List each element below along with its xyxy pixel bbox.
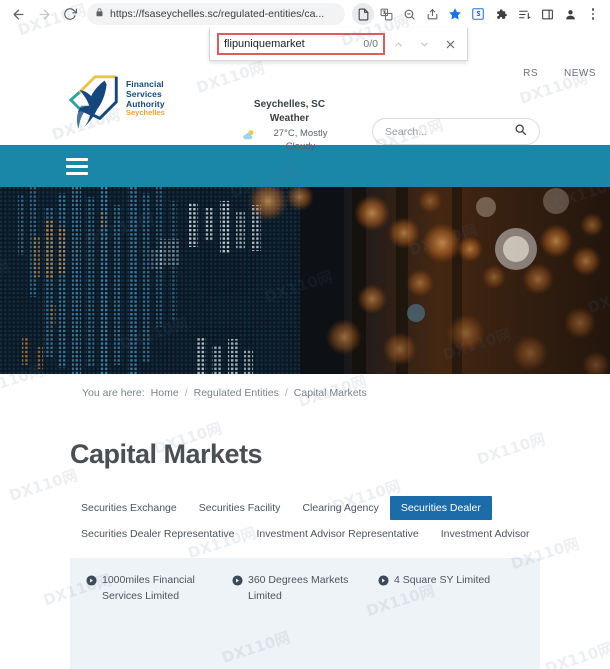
logo-wordmark: Financial Services Authority Seychelles: [126, 79, 165, 118]
reading-list-icon[interactable]: [513, 3, 535, 25]
sun-behind-cloud-icon: [242, 130, 253, 140]
page-title: Capital Markets: [70, 439, 263, 469]
tab-clearing-agency[interactable]: Clearing Agency: [291, 496, 389, 520]
fsa-bird-logo-icon: [68, 75, 118, 129]
circle-arrow-icon: [232, 573, 243, 591]
browser-tool-icons: [352, 3, 604, 25]
extensions-puzzle-icon[interactable]: [490, 3, 512, 25]
breadcrumb-item-regulated-entities[interactable]: Regulated Entities: [194, 387, 279, 399]
entity-category-tabs: Securities Exchange Securities Facility …: [70, 496, 550, 546]
topnav-item-news[interactable]: NEWS: [564, 68, 596, 79]
browser-toolbar: https://fsaseychelles.sc/regulated-entit…: [0, 0, 610, 28]
zoom-out-icon[interactable]: [398, 3, 420, 25]
reader-mode-icon[interactable]: [352, 3, 374, 25]
list-item[interactable]: 4 Square SY Limited: [378, 572, 514, 591]
entity-column-2-spacer: [232, 635, 368, 669]
circle-arrow-icon: [378, 573, 389, 591]
weather-title-line1: Seychelles, SC: [253, 99, 326, 110]
bookmark-star-icon[interactable]: [444, 3, 466, 25]
topnav-item-0[interactable]: RS: [523, 68, 538, 79]
find-match-count: 0/0: [363, 38, 378, 50]
tab-investment-advisor-representative[interactable]: Investment Advisor Representative: [246, 522, 430, 546]
search-placeholder: Search...: [385, 125, 428, 138]
browser-menu-icon[interactable]: [582, 3, 604, 25]
entity-column-3-spacer: [378, 621, 514, 669]
site-search-box[interactable]: Search...: [372, 118, 540, 145]
url-text: https://fsaseychelles.sc/regulated-entit…: [110, 8, 325, 20]
find-query-text: flipuniquemarket: [224, 38, 305, 50]
find-next-button[interactable]: [411, 31, 437, 57]
tab-securities-facility[interactable]: Securities Facility: [188, 496, 292, 520]
find-previous-button[interactable]: [385, 31, 411, 57]
weather-condition: 27°C, Mostly Cloudy: [273, 128, 328, 152]
tab-investment-advisor[interactable]: Investment Advisor: [430, 522, 541, 546]
breadcrumb-separator-1: /: [184, 386, 188, 399]
entity-list-panel: 1000miles Financial Services Limited 4T …: [70, 558, 540, 669]
reload-button[interactable]: [58, 2, 82, 26]
breadcrumb-lead: You are here:: [82, 386, 145, 399]
weather-widget: Seychelles, SC Weather 27°C, Mostly Clou…: [222, 98, 357, 154]
top-navigation: RS NEWS: [523, 68, 596, 79]
profile-avatar-icon[interactable]: [559, 3, 581, 25]
list-item-label: 1000miles Financial Services Limited: [102, 574, 195, 603]
breadcrumb-separator-2: /: [284, 386, 288, 399]
tab-securities-exchange[interactable]: Securities Exchange: [70, 496, 188, 520]
entity-column-1: 1000miles Financial Services Limited 4T …: [86, 572, 232, 669]
find-input[interactable]: flipuniquemarket 0/0: [217, 33, 385, 55]
share-icon[interactable]: [421, 3, 443, 25]
find-close-icon[interactable]: [437, 31, 463, 57]
extension-s-icon[interactable]: [467, 3, 489, 25]
hero-stock-ticker-image: [0, 187, 610, 374]
entity-column-3: 4 Square SY Limited Aerarium Limited: [378, 572, 524, 669]
list-item-label: 4 Square SY Limited: [393, 574, 491, 586]
address-bar[interactable]: https://fsaseychelles.sc/regulated-entit…: [87, 3, 345, 25]
find-bar: flipuniquemarket 0/0: [209, 28, 468, 61]
tab-securities-dealer[interactable]: Securities Dealer: [389, 496, 492, 520]
hamburger-menu-icon[interactable]: [66, 157, 88, 175]
list-item[interactable]: 1000miles Financial Services Limited: [86, 572, 222, 605]
weather-title-line2: Weather: [269, 112, 310, 124]
circle-arrow-icon: [86, 573, 97, 591]
entity-column-2: 360 Degrees Markets Limited AC Global Li…: [232, 572, 378, 669]
side-panel-icon[interactable]: [536, 3, 558, 25]
breadcrumb-item-home[interactable]: Home: [151, 387, 179, 399]
logo-subtitle: Seychelles: [126, 108, 165, 118]
hero-banner: [0, 187, 610, 374]
lock-icon: [95, 5, 104, 23]
breadcrumb-item-capital-markets: Capital Markets: [293, 386, 367, 399]
entity-column-1-spacer: [86, 635, 222, 669]
search-icon[interactable]: [514, 123, 527, 141]
translate-icon[interactable]: [375, 3, 397, 25]
forward-button[interactable]: [32, 2, 56, 26]
back-button[interactable]: [6, 2, 30, 26]
main-content: Capital Markets Securities Exchange Secu…: [0, 439, 610, 669]
site-logo[interactable]: Financial Services Authority Seychelles: [66, 60, 186, 138]
tab-securities-dealer-representative[interactable]: Securities Dealer Representative: [70, 522, 246, 546]
list-item[interactable]: 360 Degrees Markets Limited: [232, 572, 368, 605]
breadcrumb: You are here: Home / Regulated Entities …: [0, 374, 610, 411]
list-item-label: 360 Degrees Markets Limited: [247, 574, 349, 603]
